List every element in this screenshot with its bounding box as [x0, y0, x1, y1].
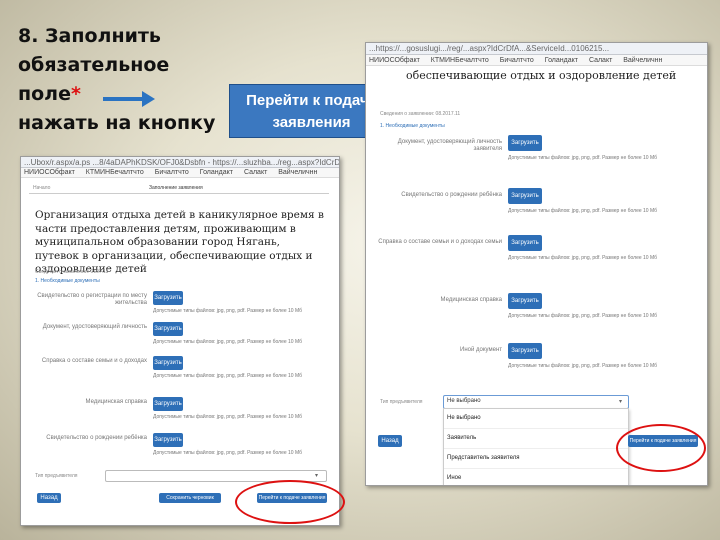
bookmark[interactable]: Салакт — [589, 57, 612, 64]
highlight-circle-left — [235, 480, 345, 524]
right-document-row: Свидетельство о рождении ребёнка Загрузи… — [374, 188, 694, 228]
dropdown-option[interactable]: Иное — [444, 469, 628, 485]
document-label: Документ, удостоверяющий личность — [42, 324, 147, 330]
required-star: * — [70, 83, 81, 105]
upload-button[interactable]: Загрузить — [153, 356, 183, 370]
bookmark[interactable]: НИИОСОбфакт — [24, 169, 75, 176]
left-bookmarks-bar: НИИОСОбфакт КТМИНБечалтчто Бичалтчто Гол… — [21, 168, 339, 178]
instruction-text: 8. Заполнить обязательное поле* нажать н… — [18, 22, 248, 138]
document-label: Иной документ — [460, 347, 502, 353]
document-label: Медицинская справка — [440, 297, 502, 303]
upload-hint: Допустимые типы файлов: jpg, png, pdf. Р… — [508, 208, 657, 214]
instruction-line-3-text: поле — [18, 83, 71, 105]
arrow-right-icon — [142, 91, 155, 107]
select-label: Тип предъявителя — [35, 473, 78, 479]
bookmark[interactable]: Салакт — [244, 169, 267, 176]
left-page-title: Организация отдыха детей в каникулярное … — [35, 209, 324, 275]
dropdown-option[interactable]: Представитель заявителя — [444, 449, 628, 469]
instruction-line-1: 8. Заполнить — [18, 25, 161, 47]
left-document-row: Документ, удостоверяющий личность Загруз… — [35, 322, 330, 356]
left-url-bar: ...Ubox/r.aspx/a.ps ...8/4aDAPhKDSK/OFJ0… — [21, 157, 339, 168]
select-value: Не выбрано — [447, 398, 481, 404]
right-document-row: Медицинская справка Загрузить Допустимые… — [374, 293, 694, 333]
instruction-line-3: поле* — [18, 80, 248, 109]
left-tabs: Начало Заполнение заявления — [29, 183, 329, 194]
back-button[interactable]: Назад — [37, 493, 61, 503]
upload-hint: Допустимые типы файлов: jpg, png, pdf. Р… — [153, 308, 302, 314]
document-label: Свидетельство о регистрации по месту жит… — [37, 293, 147, 306]
bookmark[interactable]: Вайчеличнн — [623, 57, 662, 64]
chevron-down-icon: ▾ — [315, 473, 319, 479]
left-document-row: Свидетельство о рождении ребёнка Загрузи… — [35, 433, 330, 467]
bookmark[interactable]: Голандакт — [545, 57, 578, 64]
bookmark[interactable]: КТМИНБечалтчто — [431, 57, 489, 64]
upload-hint: Допустимые типы файлов: jpg, png, pdf. Р… — [508, 363, 657, 369]
upload-button[interactable]: Загрузить — [508, 235, 542, 251]
document-label: Медицинская справка — [85, 399, 147, 405]
chevron-down-icon: ▾ — [619, 399, 623, 405]
upload-button[interactable]: Загрузить — [508, 188, 542, 204]
bookmark[interactable]: Вайчеличнн — [278, 169, 317, 176]
upload-button[interactable]: Загрузить — [508, 293, 542, 309]
right-section-label: 1. Необходимые документы — [380, 123, 445, 129]
bookmark[interactable]: Голандакт — [200, 169, 233, 176]
bookmark[interactable]: Бичалтчто — [155, 169, 189, 176]
upload-hint: Допустимые типы файлов: jpg, png, pdf. Р… — [153, 450, 302, 456]
right-document-row: Справка о составе семьи и о доходах семь… — [374, 235, 694, 275]
upload-hint: Допустимые типы файлов: jpg, png, pdf. Р… — [508, 255, 657, 261]
right-document-row: Документ, удостоверяющий личность заявит… — [374, 135, 694, 175]
document-label: Справка о составе семьи и о доходах семь… — [378, 239, 502, 245]
right-page-title: обеспечивающие отдых и оздоровление дете… — [406, 69, 677, 82]
bookmark[interactable]: КТМИНБечалтчто — [86, 169, 144, 176]
right-url-bar: ...https://...gosuslugi.../reg/...aspx?I… — [366, 43, 707, 55]
left-screenshot: ...Ubox/r.aspx/a.ps ...8/4aDAPhKDSK/OFJ0… — [20, 156, 340, 526]
upload-hint: Допустимые типы файлов: jpg, png, pdf. Р… — [153, 373, 302, 379]
right-document-row: Иной документ Загрузить Допустимые типы … — [374, 343, 694, 383]
upload-hint: Допустимые типы файлов: jpg, png, pdf. Р… — [153, 339, 302, 345]
applicant-type-dropdown: Не выбрано Заявитель Представитель заяви… — [443, 408, 629, 485]
upload-button[interactable]: Загрузить — [508, 343, 542, 359]
upload-hint: Допустимые типы файлов: jpg, png, pdf. Р… — [508, 313, 657, 319]
back-button[interactable]: Назад — [378, 435, 402, 447]
right-meta-line: Сведения о заявлении: 08.2017.11 — [380, 111, 461, 117]
bookmark[interactable]: Бичалтчто — [500, 57, 534, 64]
arrow-shaft — [103, 97, 143, 101]
bookmark[interactable]: НИИОСОбфакт — [369, 57, 420, 64]
upload-button[interactable]: Загрузить — [508, 135, 542, 151]
left-meta-line: Сведения о заявлении: 0107.11 — [35, 269, 109, 275]
upload-button[interactable]: Загрузить — [153, 433, 183, 447]
left-document-row: Свидетельство о регистрации по месту жит… — [35, 291, 330, 325]
left-section-label: 1. Необходимые документы — [35, 278, 100, 284]
save-draft-button[interactable]: Сохранить черновик — [159, 493, 221, 503]
upload-button[interactable]: Загрузить — [153, 291, 183, 305]
dropdown-option[interactable]: Не выбрано — [444, 409, 628, 429]
highlight-circle-right — [616, 424, 706, 472]
right-select-label: Тип предъявителя — [380, 399, 423, 405]
left-document-row: Медицинская справка Загрузить Допустимые… — [35, 397, 330, 431]
applicant-type-select[interactable]: Не выбрано ▾ — [443, 395, 629, 409]
right-screenshot: ...https://...gosuslugi.../reg/...aspx?I… — [365, 42, 708, 486]
upload-hint: Допустимые типы файлов: jpg, png, pdf. Р… — [508, 155, 657, 161]
document-label: Свидетельство о рождении ребёнка — [46, 435, 147, 441]
instruction-line-4: нажать на кнопку — [18, 112, 216, 134]
document-label: Документ, удостоверяющий личность заявит… — [397, 139, 502, 152]
left-document-row: Справка о составе семьи и о доходах Загр… — [35, 356, 330, 390]
document-label: Свидетельство о рождении ребёнка — [401, 192, 502, 198]
right-bookmarks-bar: НИИОСОбфакт КТМИНБечалтчто Бичалтчто Гол… — [366, 55, 707, 66]
tab-start[interactable]: Начало — [33, 185, 50, 191]
upload-hint: Допустимые типы файлов: jpg, png, pdf. Р… — [153, 414, 302, 420]
dropdown-option[interactable]: Заявитель — [444, 429, 628, 449]
upload-button[interactable]: Загрузить — [153, 397, 183, 411]
upload-button[interactable]: Загрузить — [153, 322, 183, 336]
document-label: Справка о составе семьи и о доходах — [41, 358, 147, 364]
instruction-line-2: обязательное — [18, 54, 170, 76]
tab-fill-form[interactable]: Заполнение заявления — [149, 185, 203, 191]
